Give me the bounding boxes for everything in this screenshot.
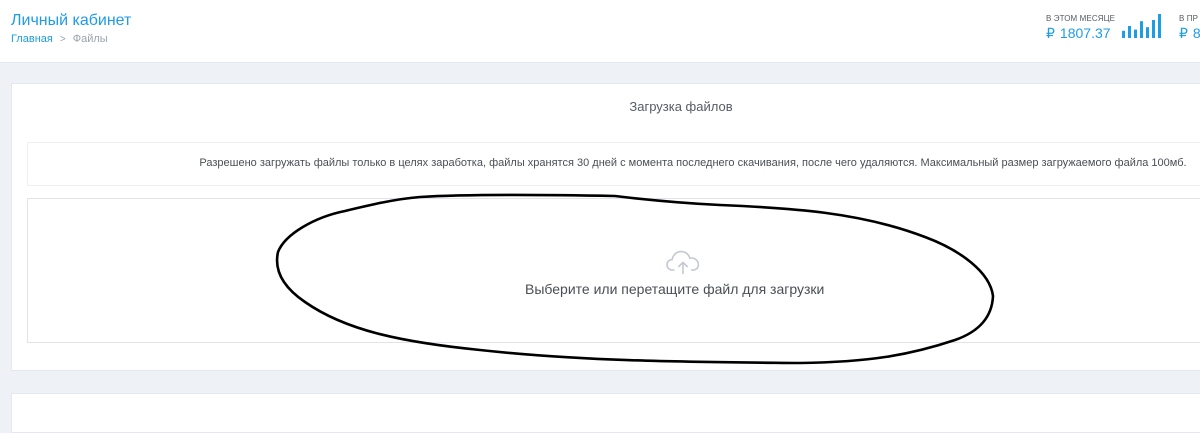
upload-card-title: Загрузка файлов: [629, 99, 733, 114]
dropzone-label: Выберите или перетащите файл для загрузк…: [525, 281, 825, 297]
mini-bar: [1152, 20, 1155, 38]
upload-card: Загрузка файлов Разрешено загружать файл…: [11, 83, 1200, 371]
mini-bar: [1122, 30, 1125, 38]
breadcrumb-current: Файлы: [72, 33, 108, 45]
upload-notice: Разрешено загружать файлы только в целях…: [27, 142, 1200, 186]
page-title: Личный кабинет: [11, 12, 132, 29]
mini-bar: [1146, 27, 1149, 38]
top-header: Личный кабинет Главная > Файлы В ЭТОМ МЕ…: [0, 0, 1200, 63]
secondary-card: [11, 393, 1200, 433]
stat-other-label: В ПР: [1179, 14, 1199, 23]
upload-notice-text: Разрешено загружать файлы только в целях…: [199, 157, 1187, 169]
currency-symbol: ₽: [1046, 25, 1055, 41]
stat-this-month-amount: 1807.37: [1059, 25, 1111, 41]
stat-this-month-value: ₽1807.37: [1046, 25, 1115, 42]
mini-bar: [1128, 26, 1131, 38]
file-dropzone[interactable]: Выберите или перетащите файл для загрузк…: [27, 198, 1200, 343]
stat-this-month: В ЭТОМ МЕСЯЦЕ ₽1807.37: [1046, 14, 1115, 42]
breadcrumb-home-link[interactable]: Главная: [11, 33, 53, 45]
mini-bar: [1140, 21, 1143, 38]
breadcrumb: Главная > Файлы: [11, 33, 108, 45]
stat-this-month-label: В ЭТОМ МЕСЯЦЕ: [1046, 14, 1116, 23]
stat-other: В ПР ₽8: [1179, 14, 1200, 42]
currency-symbol: ₽: [1179, 25, 1188, 41]
mini-bar-chart: [1122, 14, 1161, 38]
stat-other-amount: 8: [1192, 25, 1200, 41]
cloud-upload-icon: [666, 250, 700, 275]
stat-other-value: ₽8: [1179, 25, 1200, 42]
mini-bar: [1134, 29, 1137, 38]
breadcrumb-separator: >: [59, 33, 66, 45]
mini-bar: [1158, 14, 1161, 38]
